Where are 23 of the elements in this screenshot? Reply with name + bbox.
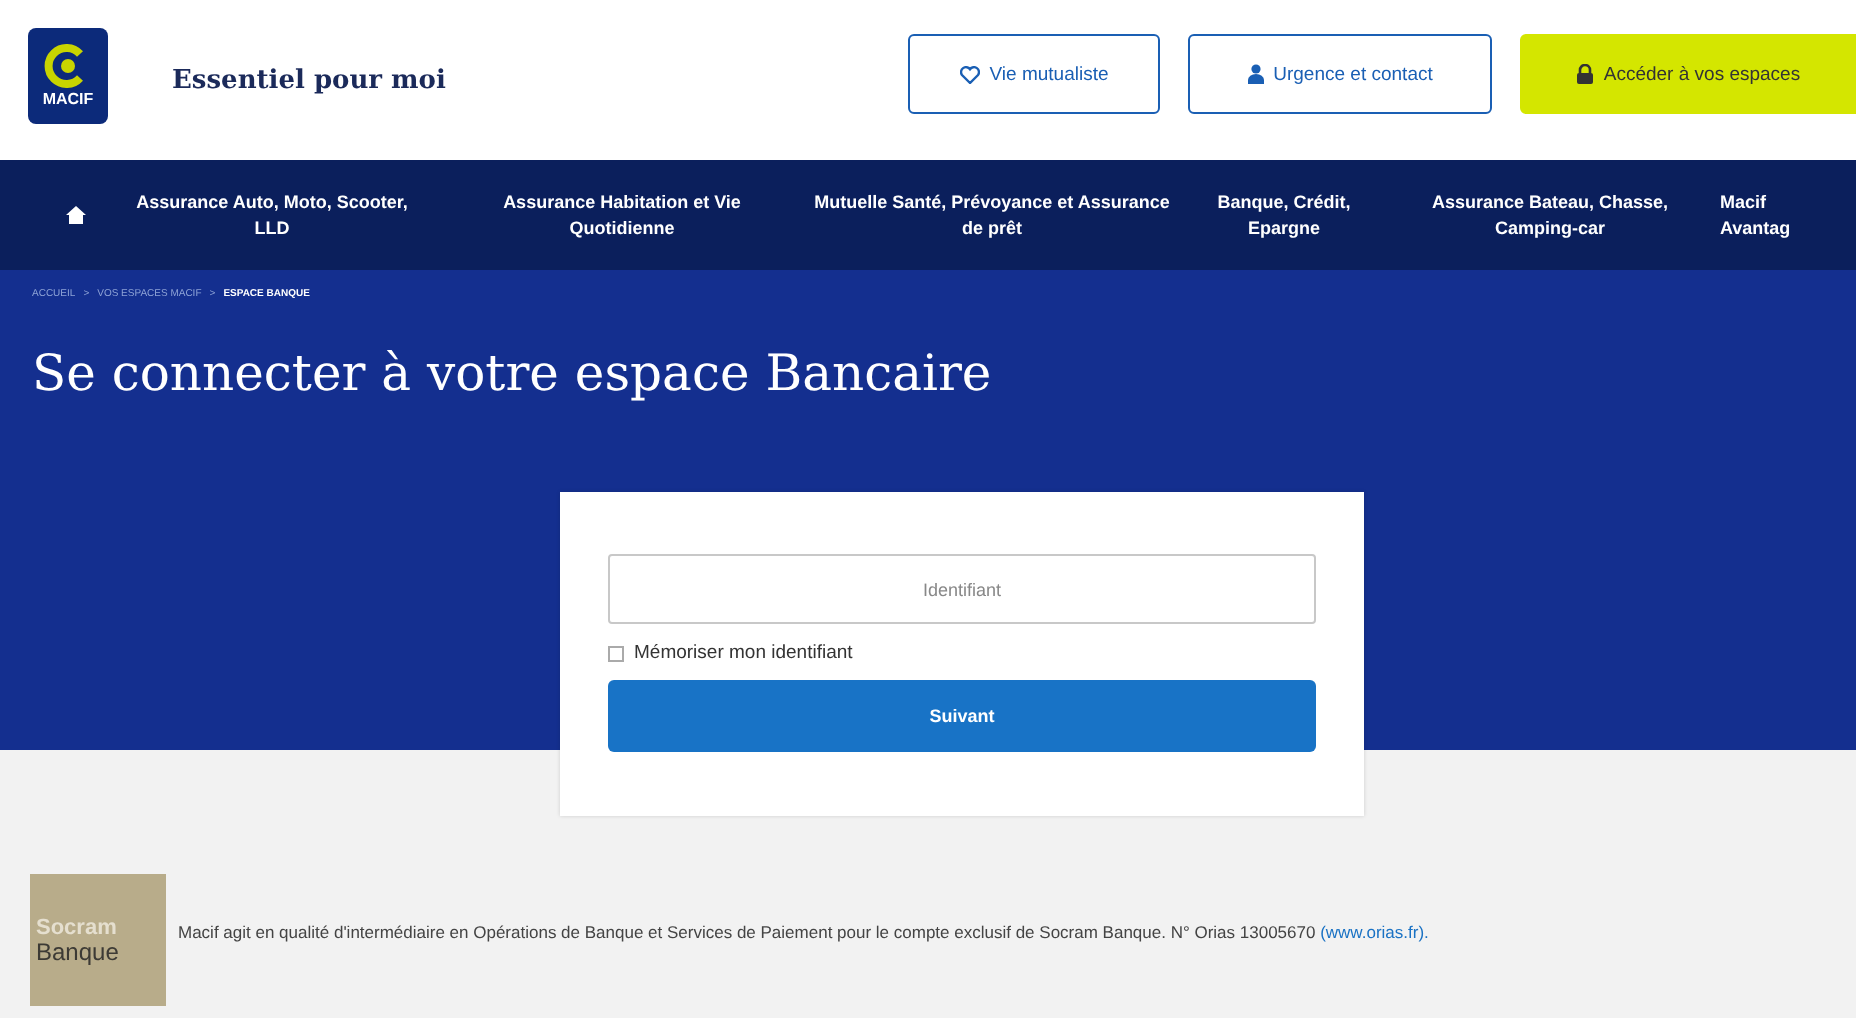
identifier-field[interactable]: Identifiant xyxy=(608,554,1316,624)
legal-text: Macif agit en qualité d'intermédiaire en Opérations de Banque et Services de Paiement pour le compte exclusif de Socram Banque. N° Orias 13005670 (www.orias.fr). xyxy=(178,919,1429,945)
header-button[interactable]: Vie mutualiste xyxy=(908,34,1160,114)
heart-icon xyxy=(959,65,980,83)
remember-checkbox[interactable] xyxy=(608,645,624,661)
next-button[interactable]: Suivant xyxy=(608,680,1316,752)
page-title: Se connecter à votre espace Bancaire xyxy=(32,344,994,402)
nav-link[interactable]: Macif Avantag xyxy=(1720,189,1840,241)
macif-logo[interactable]: MACIF xyxy=(28,28,108,124)
tagline: Essentiel pour moi xyxy=(172,65,448,95)
home-icon[interactable] xyxy=(66,206,86,224)
nav-link[interactable]: Banque, Crédit, Epargne xyxy=(1204,189,1364,241)
nav-link[interactable]: Assurance Auto, Moto, Scooter, LLD xyxy=(132,189,412,241)
lock-icon xyxy=(1575,64,1594,84)
socram-logo: Socram Banque xyxy=(30,874,166,1006)
remember-label: Mémoriser mon identifiant xyxy=(634,642,853,664)
header-button[interactable]: Accéder à vos espaces xyxy=(1520,34,1856,114)
orias-link[interactable]: (www.orias.fr). xyxy=(1320,921,1429,942)
nav-link[interactable]: Assurance Habitation et Vie Quotidienne xyxy=(452,189,792,241)
header-button[interactable]: Urgence et contact xyxy=(1188,34,1492,114)
nav-link[interactable]: Mutuelle Santé, Prévoyance et Assurance de prêt xyxy=(812,189,1172,241)
person-icon xyxy=(1247,64,1264,84)
nav-link[interactable]: Assurance Bateau, Chasse, Camping-car xyxy=(1400,189,1700,241)
